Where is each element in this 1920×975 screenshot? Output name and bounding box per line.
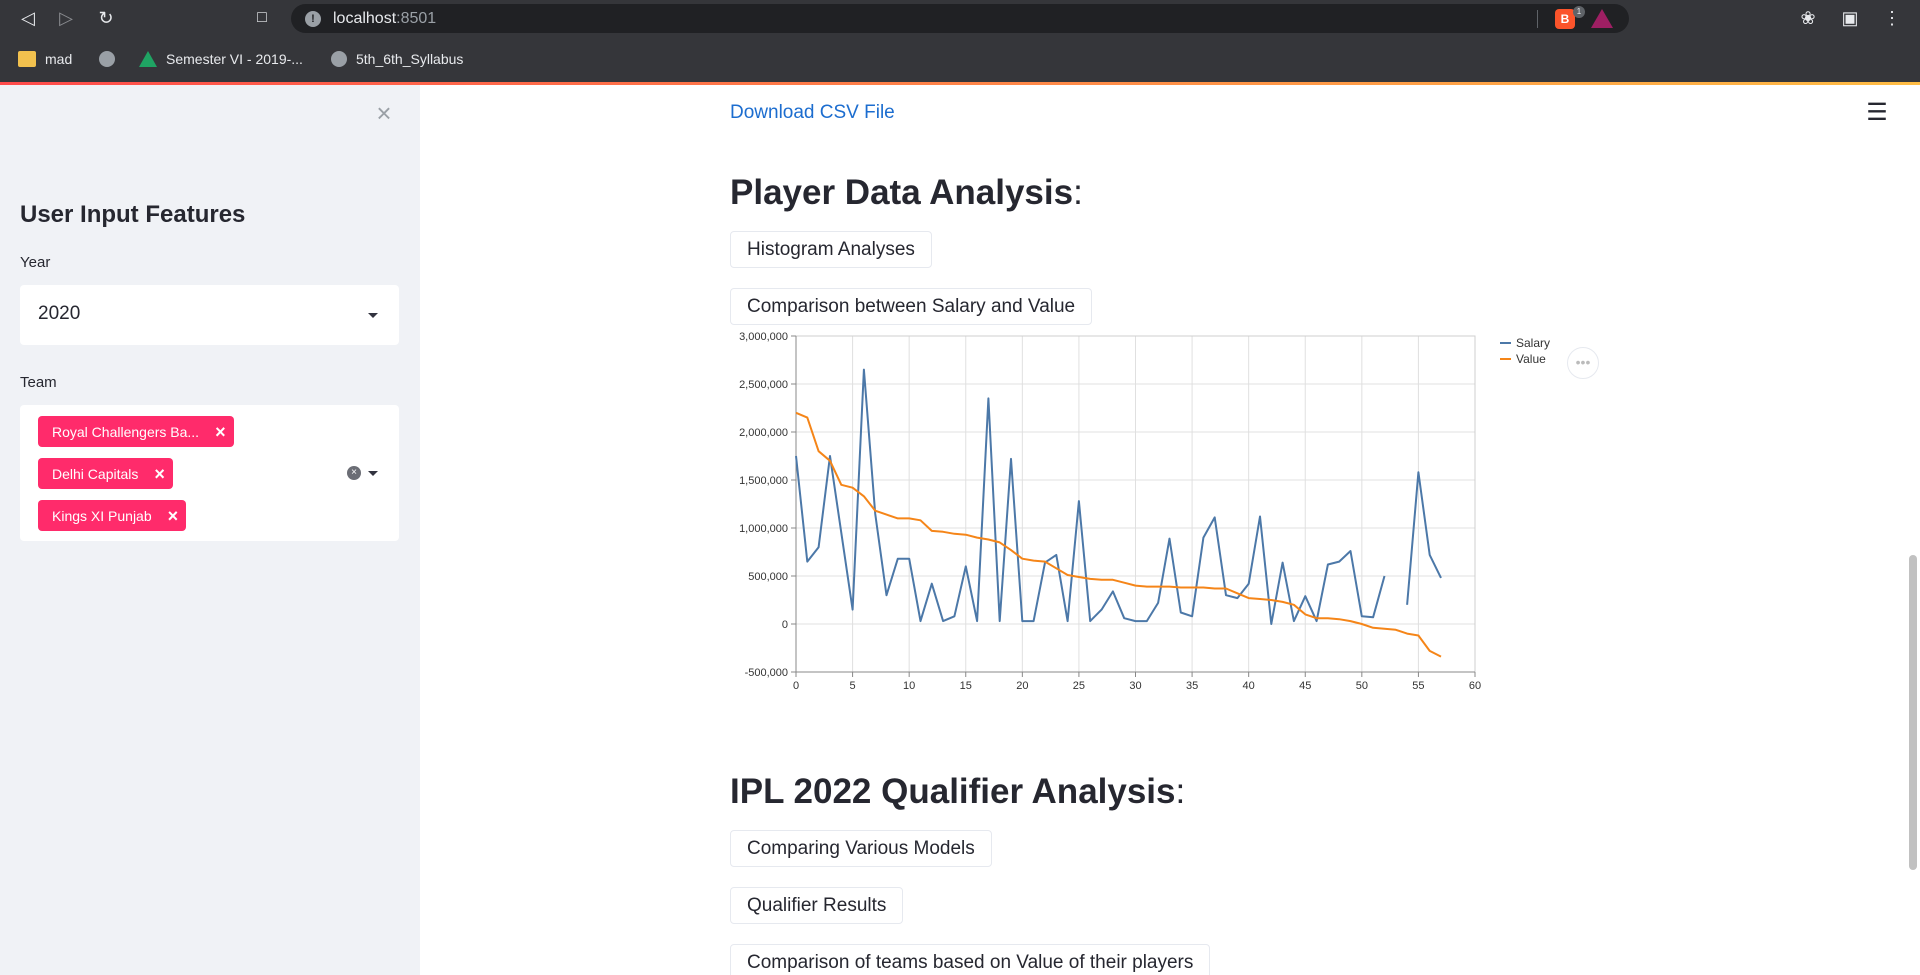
google-drive-icon (139, 51, 157, 67)
team-chip: Delhi Capitals × (38, 458, 173, 489)
y-tick-label: -500,000 (745, 667, 788, 679)
x-tick-label: 60 (1469, 680, 1481, 692)
scrollbar-thumb[interactable] (1909, 555, 1917, 870)
chart-legend: Salary Value (1500, 336, 1550, 366)
download-csv-link[interactable]: Download CSV File (730, 102, 895, 124)
team-chip-label: Delhi Capitals (52, 465, 139, 482)
globe-icon (331, 51, 347, 67)
x-tick-label: 50 (1356, 680, 1368, 692)
clear-all-icon[interactable]: × (347, 466, 361, 480)
sidebar: × User Input Features Year 2020 Team Roy… (0, 85, 420, 975)
remove-chip-icon[interactable]: × (215, 423, 226, 441)
brave-shields-icon[interactable]: B (1555, 9, 1575, 29)
x-tick-label: 15 (960, 680, 972, 692)
y-tick-label: 2,000,000 (739, 427, 788, 439)
chart-series (795, 368, 1442, 658)
x-tick-label: 45 (1299, 680, 1311, 692)
remove-chip-icon[interactable]: × (154, 465, 165, 483)
url-port: :8501 (396, 10, 437, 27)
site-info-icon[interactable]: ! (305, 11, 321, 27)
year-select-value: 2020 (38, 303, 81, 324)
remove-chip-icon[interactable]: × (168, 507, 179, 525)
x-tick-label: 0 (793, 680, 799, 692)
bookmark-label: 5th_6th_Syllabus (356, 51, 464, 67)
back-icon[interactable]: ◁ (16, 6, 40, 30)
team-multiselect[interactable]: Royal Challengers Ba... × Delhi Capitals ×… (20, 405, 399, 541)
year-label: Year (20, 254, 51, 271)
expander-team-value-comparison[interactable]: Comparison of teams based on Value of th… (730, 944, 1211, 975)
legend-label: Salary (1516, 336, 1550, 350)
sidebar-header: User Input Features (20, 201, 246, 228)
bookmark-syllabus[interactable]: 5th_6th_Syllabus (331, 49, 463, 69)
browser-toolbar: ◁ ▷ ↻ □ ! localhost:8501 B 1 ❀ ▣ ⋮ (0, 0, 1920, 36)
bookmark-globe[interactable] (99, 49, 124, 69)
forward-icon[interactable]: ▷ (54, 6, 78, 30)
team-chip-label: Royal Challengers Ba... (52, 423, 200, 440)
chevron-down-icon[interactable] (368, 471, 378, 476)
team-chip: Royal Challengers Ba... × (38, 416, 234, 447)
bookmark-mad[interactable]: mad (18, 49, 72, 69)
bookmark-semester[interactable]: Semester VI - 2019-... (139, 49, 303, 69)
bookmarks-bar: mad Semester VI - 2019-... 5th_6th_Sylla… (0, 36, 1920, 82)
x-tick-label: 35 (1186, 680, 1198, 692)
expander-comparing-models[interactable]: Comparing Various Models (730, 830, 992, 867)
salary-value-chart: 0 5 10 15 20 25 30 35 40 45 50 55 60 3,000,000 2,500,0… (739, 332, 1550, 692)
chevron-down-icon (368, 313, 378, 318)
page-scrollbar[interactable] (1906, 85, 1920, 975)
x-tick-label: 20 (1016, 680, 1028, 692)
x-tick-label: 10 (903, 680, 915, 692)
team-label: Team (20, 374, 57, 391)
expander-histogram[interactable]: Histogram Analyses (730, 231, 932, 268)
x-tick-label: 5 (850, 680, 856, 692)
y-tick-label: 500,000 (748, 571, 788, 583)
wallet-icon[interactable]: ▣ (1838, 6, 1862, 30)
chart-actions-menu[interactable]: ••• (1567, 347, 1599, 379)
section-title-text: Player Data Analysis (730, 173, 1074, 212)
section-title-text: IPL 2022 Qualifier Analysis (730, 772, 1176, 811)
y-tick-label: 1,000,000 (739, 523, 788, 535)
chart-axes: 0 5 10 15 20 25 30 35 40 45 50 55 60 3,000,000 2,500,0… (739, 332, 1481, 692)
y-tick-label: 1,500,000 (739, 475, 788, 487)
team-chip: Kings XI Punjab × (38, 500, 187, 531)
section-title-colon: : (1073, 173, 1083, 212)
folder-icon (18, 51, 36, 67)
reload-icon[interactable]: ↻ (94, 6, 118, 30)
url-host: localhost (333, 10, 397, 27)
x-tick-label: 25 (1073, 680, 1085, 692)
y-tick-label: 0 (782, 619, 788, 631)
shields-count-badge: 1 (1573, 6, 1585, 18)
omnibox-separator (1537, 10, 1538, 28)
series-line-salary (795, 368, 1442, 625)
bookmark-label: mad (45, 51, 73, 67)
x-tick-label: 40 (1243, 680, 1255, 692)
main-content: ☰ Download CSV File Player Data Analysis… (420, 85, 1920, 975)
browser-menu-icon[interactable]: ⋮ (1880, 6, 1904, 30)
team-chip-label: Kings XI Punjab (52, 507, 152, 524)
y-tick-label: 3,000,000 (739, 332, 788, 343)
expander-salary-value[interactable]: Comparison between Salary and Value (730, 288, 1093, 325)
brave-rewards-icon[interactable] (1591, 9, 1613, 28)
x-tick-label: 30 (1129, 680, 1141, 692)
section-title-colon: : (1175, 772, 1186, 811)
expander-qualifier-results[interactable]: Qualifier Results (730, 887, 904, 924)
close-sidebar-icon[interactable]: × (372, 100, 396, 126)
globe-icon (99, 51, 115, 67)
series-line-value (795, 411, 1442, 658)
y-tick-label: 2,500,000 (739, 379, 788, 391)
section-title-qualifier: IPL 2022 Qualifier Analysis: (730, 772, 1185, 812)
bookmark-label: Semester VI - 2019-... (166, 51, 303, 67)
year-select[interactable]: 2020 (20, 285, 399, 345)
address-bar[interactable]: ! localhost:8501 B 1 (291, 4, 1629, 33)
hamburger-menu-icon[interactable]: ☰ (1864, 101, 1890, 125)
url-text: localhost:8501 (333, 10, 436, 28)
x-tick-label: 55 (1412, 680, 1424, 692)
bookmark-icon[interactable]: □ (250, 6, 274, 30)
legend-label: Value (1516, 352, 1546, 366)
extensions-icon[interactable]: ❀ (1796, 6, 1820, 30)
section-title-player-data: Player Data Analysis: (730, 173, 1083, 213)
